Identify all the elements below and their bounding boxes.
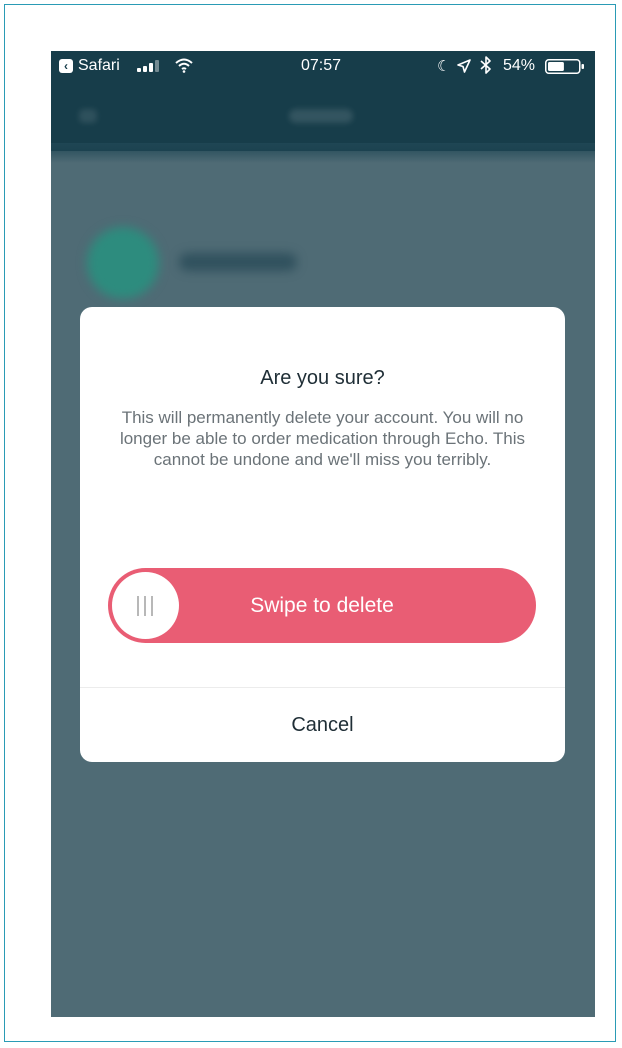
- back-badge-icon[interactable]: ‹: [59, 59, 73, 73]
- nav-bar-shadow: [51, 143, 595, 163]
- blurred-profile-avatar: [87, 227, 159, 299]
- swipe-label: Swipe to delete: [250, 594, 394, 617]
- dialog-message: This will permanently delete your accoun…: [119, 408, 526, 469]
- battery-icon: [545, 59, 584, 74]
- clock: 07:57: [301, 57, 342, 74]
- location-icon: [457, 59, 471, 73]
- swipe-handle[interactable]: [112, 572, 179, 639]
- blurred-nav-title: [289, 109, 353, 123]
- phone-screen: ‹ Safari 07:57 ☾ 54% Are you sure? This …: [51, 51, 595, 1017]
- signal-icon: [137, 60, 163, 72]
- wifi-icon: [175, 58, 193, 73]
- delete-account-dialog: Are you sure? This will permanently dele…: [80, 307, 565, 762]
- dialog-title: Are you sure?: [260, 367, 385, 389]
- back-app-label[interactable]: Safari: [78, 57, 120, 75]
- moon-icon: ☾: [437, 58, 451, 75]
- status-bar: ‹ Safari 07:57 ☾ 54%: [51, 51, 595, 83]
- grip-icon: [151, 596, 153, 616]
- cancel-button[interactable]: Cancel: [80, 688, 565, 762]
- battery-percentage: 54%: [503, 57, 536, 74]
- swipe-to-delete-slider[interactable]: Swipe to delete: [108, 568, 536, 643]
- screenshot-frame: ‹ Safari 07:57 ☾ 54% Are you sure? This …: [4, 4, 616, 1042]
- bluetooth-icon: [480, 56, 491, 74]
- blurred-profile-name: [179, 253, 297, 271]
- blurred-back-button: [79, 109, 97, 123]
- grip-icon: [137, 596, 139, 616]
- grip-icon: [144, 596, 146, 616]
